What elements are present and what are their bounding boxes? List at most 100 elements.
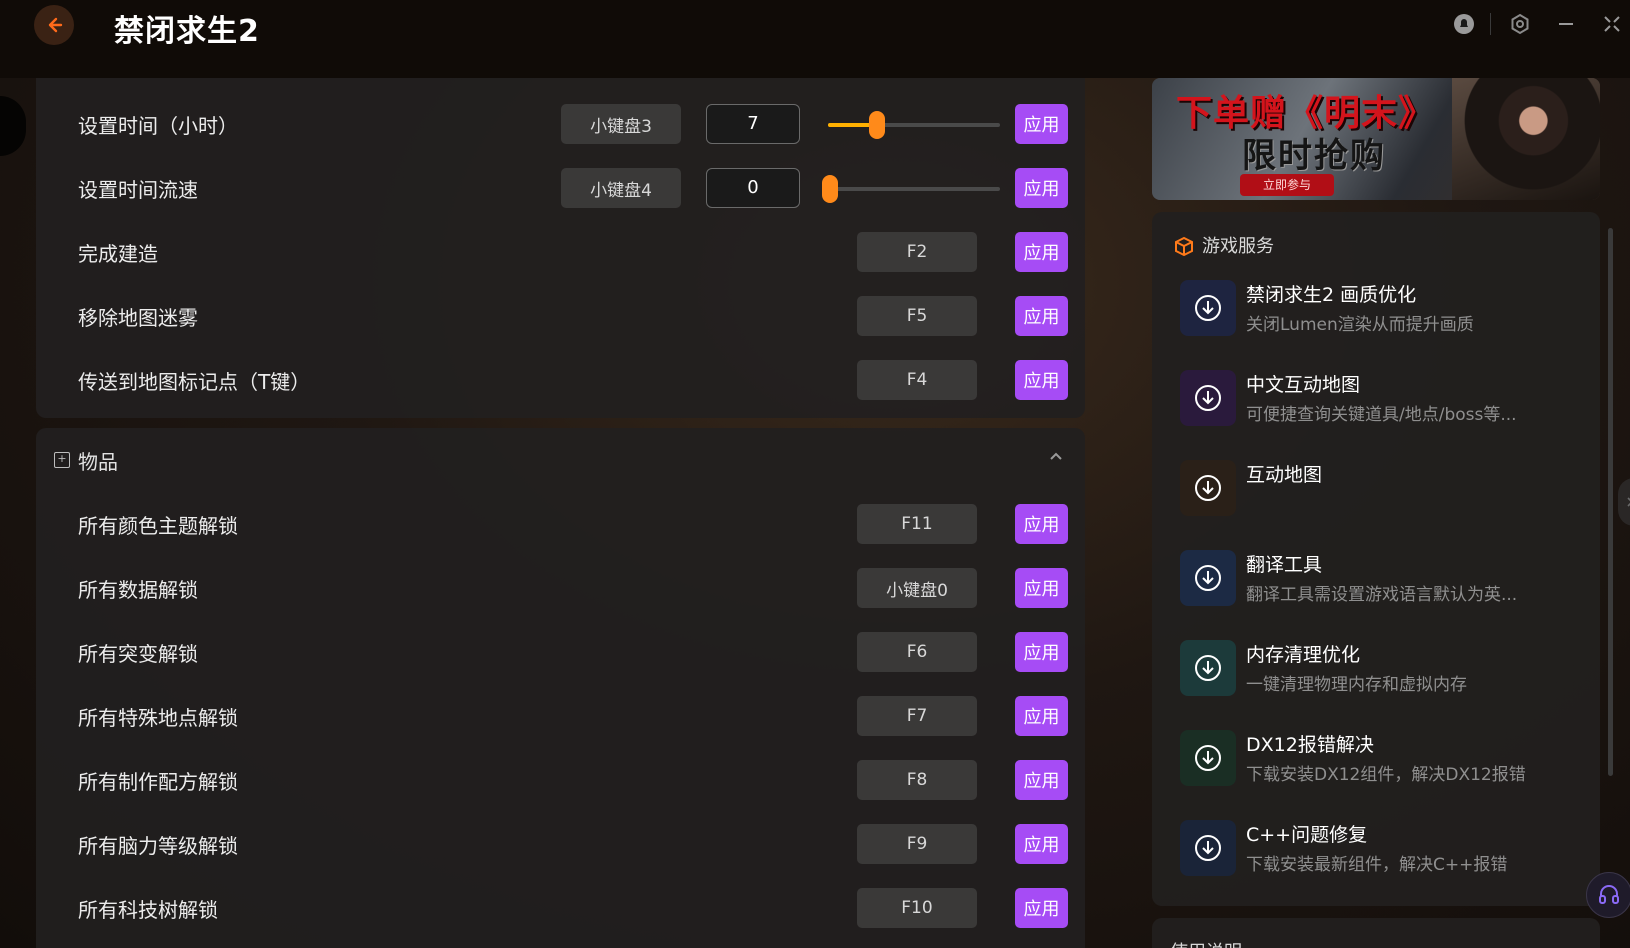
- cheat-row: 所有数据解锁 小键盘0 应用: [36, 562, 1085, 614]
- hotkey-button[interactable]: 小键盘0: [857, 568, 977, 608]
- service-item[interactable]: 中文互动地图 可便捷查询关键道具/地点/boss等...: [1180, 370, 1580, 442]
- apply-button[interactable]: 应用: [1015, 504, 1068, 544]
- banner-character-image: [1452, 78, 1600, 200]
- service-thumbnail: [1180, 820, 1236, 876]
- hotkey-button[interactable]: F8: [857, 760, 977, 800]
- apply-button[interactable]: 应用: [1015, 232, 1068, 272]
- download-icon: [1195, 655, 1221, 681]
- notification-button[interactable]: [1450, 10, 1478, 38]
- download-icon: [1195, 385, 1221, 411]
- service-item[interactable]: 翻译工具 翻译工具需设置游戏语言默认为英...: [1180, 550, 1580, 622]
- cheat-label: 所有特殊地点解锁: [78, 706, 238, 730]
- cheat-row-time-speed: 设置时间流速 小键盘4 0 应用: [36, 162, 1085, 214]
- hotkey-button[interactable]: 小键盘4: [561, 168, 681, 208]
- apply-button[interactable]: 应用: [1015, 568, 1068, 608]
- hotkey-button[interactable]: F11: [857, 504, 977, 544]
- fullscreen-button[interactable]: [1598, 10, 1626, 38]
- cheat-label: 所有数据解锁: [78, 578, 198, 602]
- apply-button[interactable]: 应用: [1015, 168, 1068, 208]
- service-title: 互动地图: [1246, 464, 1323, 486]
- services-scrollbar[interactable]: [1608, 228, 1613, 776]
- slider-thumb[interactable]: [869, 111, 885, 139]
- close-icon: [1627, 497, 1630, 507]
- promo-banner[interactable]: 下单赠《明末》 限时抢购 立即参与: [1152, 78, 1600, 200]
- service-thumbnail: [1180, 640, 1236, 696]
- cheat-row: 所有颜色主题解锁 F11 应用: [36, 498, 1085, 550]
- banner-subheadline: 限时抢购: [1242, 136, 1386, 176]
- toolbar-divider: [1490, 13, 1491, 35]
- download-icon: [1195, 295, 1221, 321]
- cheat-row: 所有科技树解锁 F10 应用: [36, 882, 1085, 934]
- hotkey-button[interactable]: F9: [857, 824, 977, 864]
- cheat-label: 所有科技树解锁: [78, 898, 218, 922]
- minimize-button[interactable]: [1552, 10, 1580, 38]
- cheat-label: 完成建造: [78, 242, 158, 266]
- section-header-items[interactable]: + 物品: [36, 438, 1085, 482]
- cheat-label: 所有脑力等级解锁: [78, 834, 238, 858]
- speed-slider[interactable]: [822, 175, 1000, 203]
- background-decoration: [0, 96, 26, 156]
- value-input[interactable]: 7: [706, 104, 800, 144]
- service-description: 可便捷查询关键道具/地点/boss等...: [1246, 405, 1517, 425]
- time-slider[interactable]: [828, 111, 1000, 139]
- back-button[interactable]: [34, 5, 74, 45]
- apply-button[interactable]: 应用: [1015, 360, 1068, 400]
- service-item[interactable]: 互动地图: [1180, 460, 1580, 532]
- value-input[interactable]: 0: [706, 168, 800, 208]
- game-services-panel: 游戏服务 禁闭求生2 画质优化 关闭Lumen渲染从而提升画质 中文互动地图 可…: [1152, 212, 1600, 906]
- apply-button[interactable]: 应用: [1015, 888, 1068, 928]
- settings-button[interactable]: [1506, 10, 1534, 38]
- apply-button[interactable]: 应用: [1015, 632, 1068, 672]
- cheat-label: 设置时间（小时）: [78, 114, 238, 138]
- download-icon: [1195, 745, 1221, 771]
- service-item[interactable]: DX12报错解决 下载安装DX12组件，解决DX12报错: [1180, 730, 1580, 802]
- service-title: C++问题修复: [1246, 824, 1368, 846]
- section-expand-icon: +: [54, 452, 70, 468]
- service-title: 禁闭求生2 画质优化: [1246, 284, 1417, 306]
- banner-cta-button[interactable]: 立即参与: [1240, 174, 1334, 196]
- chevron-up-icon[interactable]: [1048, 448, 1064, 464]
- minimize-icon: [1559, 23, 1573, 25]
- service-item[interactable]: 内存清理优化 一键清理物理内存和虚拟内存: [1180, 640, 1580, 712]
- gift-box-icon: [1175, 236, 1193, 257]
- service-title: DX12报错解决: [1246, 734, 1374, 756]
- hotkey-button[interactable]: F5: [857, 296, 977, 336]
- hotkey-button[interactable]: F7: [857, 696, 977, 736]
- service-thumbnail: [1180, 550, 1236, 606]
- apply-button[interactable]: 应用: [1015, 104, 1068, 144]
- download-icon: [1195, 835, 1221, 861]
- service-item[interactable]: 禁闭求生2 画质优化 关闭Lumen渲染从而提升画质: [1180, 280, 1580, 352]
- usage-instructions-panel: 使用说明: [1152, 918, 1600, 948]
- arrow-left-icon: [48, 17, 63, 33]
- service-title: 内存清理优化: [1246, 644, 1361, 666]
- customer-support-button[interactable]: [1586, 872, 1630, 918]
- hotkey-button[interactable]: 小键盘3: [561, 104, 681, 144]
- app-title: 禁闭求生2: [114, 14, 260, 49]
- cheat-panel-world: 设置时间（小时） 小键盘3 7 应用 设置时间流速 小键盘4 0 应用 完成建造…: [36, 78, 1085, 418]
- service-thumbnail: [1180, 280, 1236, 336]
- apply-button[interactable]: 应用: [1015, 760, 1068, 800]
- gear-icon: [1511, 13, 1529, 35]
- hotkey-button[interactable]: F6: [857, 632, 977, 672]
- hotkey-button[interactable]: F4: [857, 360, 977, 400]
- cheat-row-remove-fog: 移除地图迷雾 F5 应用: [36, 290, 1085, 342]
- cheat-label: 所有突变解锁: [78, 642, 198, 666]
- cheat-label: 设置时间流速: [78, 178, 198, 202]
- service-title: 中文互动地图: [1246, 374, 1361, 396]
- cheat-label: 传送到地图标记点（T键）: [78, 370, 311, 394]
- apply-button[interactable]: 应用: [1015, 696, 1068, 736]
- cheat-row-teleport: 传送到地图标记点（T键） F4 应用: [36, 354, 1085, 406]
- service-description: 下载安装最新组件，解决C++报错: [1246, 855, 1508, 875]
- hotkey-button[interactable]: F10: [857, 888, 977, 928]
- slider-thumb[interactable]: [822, 175, 838, 203]
- usage-instructions-title: 使用说明: [1170, 938, 1242, 948]
- apply-button[interactable]: 应用: [1015, 824, 1068, 864]
- apply-button[interactable]: 应用: [1015, 296, 1068, 336]
- service-thumbnail: [1180, 460, 1236, 516]
- service-item[interactable]: C++问题修复 下载安装最新组件，解决C++报错: [1180, 820, 1580, 892]
- service-description: 翻译工具需设置游戏语言默认为英...: [1246, 585, 1518, 605]
- service-title: 翻译工具: [1246, 554, 1323, 576]
- services-title: 游戏服务: [1202, 236, 1274, 257]
- side-panel-handle[interactable]: [1618, 478, 1630, 526]
- hotkey-button[interactable]: F2: [857, 232, 977, 272]
